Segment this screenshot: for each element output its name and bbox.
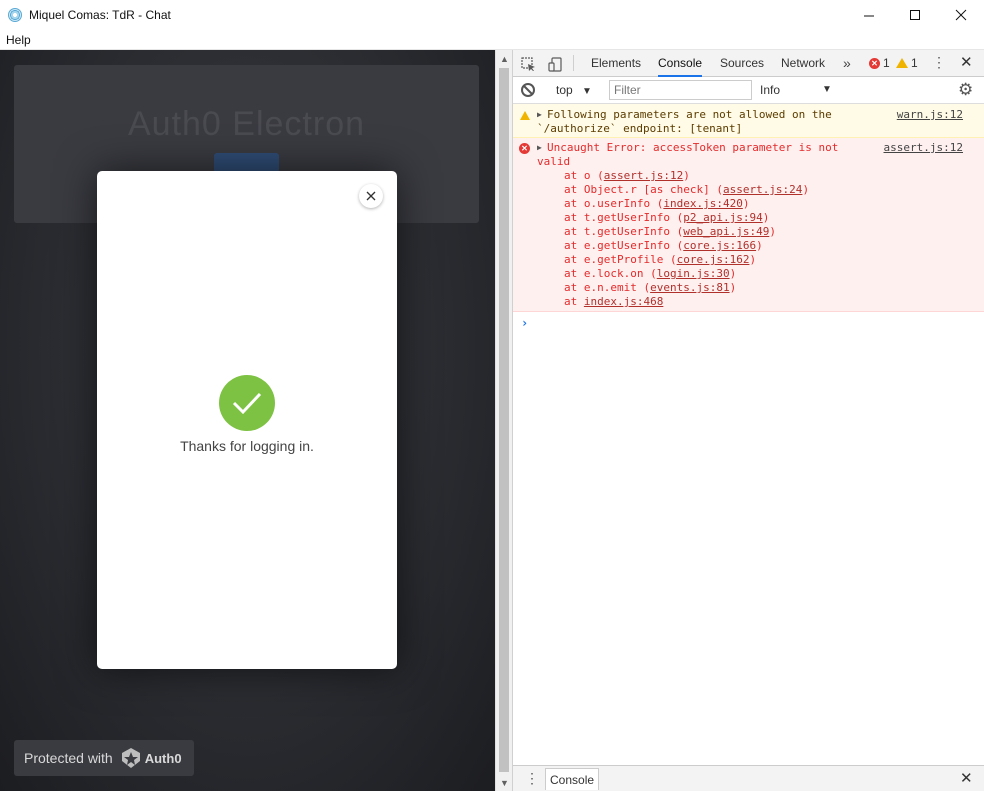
minimize-button[interactable]	[846, 0, 892, 30]
warning-icon	[520, 111, 530, 120]
stack-frame: at e.getProfile (core.js:162)	[564, 253, 757, 266]
console-error-message[interactable]: ✕ ▶ Uncaught Error: accessToken paramete…	[513, 138, 984, 312]
success-message: Thanks for logging in.	[180, 438, 314, 454]
drawer-close-icon[interactable]: ✕	[960, 769, 973, 787]
stack-frame-link[interactable]: core.js:162	[677, 253, 750, 266]
warning-icon	[896, 58, 908, 68]
protected-with-auth0-badge[interactable]: Protected with Auth0	[14, 740, 194, 776]
auth0-shield-icon	[121, 748, 140, 768]
console-drawer-bar: ⋮ Console ✕	[513, 765, 984, 791]
warning-text-line2: `/authorize` endpoint: [tenant]	[537, 122, 743, 135]
device-toolbar-icon[interactable]	[546, 55, 564, 73]
app-viewport: Auth0 Electron Thanks for logging in. Pr…	[0, 50, 495, 791]
stack-frame: at index.js:468	[564, 295, 664, 308]
stack-frame: at t.getUserInfo (p2_api.js:94)	[564, 211, 770, 224]
more-tabs-chevron-icon[interactable]: »	[843, 50, 851, 77]
context-selector[interactable]: top ▼	[556, 83, 592, 97]
drawer-menu-kebab-icon[interactable]: ⋮	[525, 770, 539, 787]
tab-network[interactable]: Network	[781, 50, 825, 77]
console-prompt[interactable]: ›	[521, 316, 528, 330]
stack-frame-link[interactable]: login.js:30	[657, 267, 730, 280]
console-warning-message[interactable]: ▶ Following parameters are not allowed o…	[513, 104, 984, 138]
stack-frame-link[interactable]: assert.js:24	[723, 183, 802, 196]
log-level-value: Info	[760, 83, 781, 97]
error-icon: ✕	[869, 57, 880, 69]
drawer-tab-console[interactable]: Console	[545, 768, 600, 790]
minimize-icon	[863, 15, 874, 16]
console-settings-gear-icon[interactable]: ⚙	[958, 80, 973, 100]
stack-frame-link[interactable]: events.js:81	[650, 281, 729, 294]
console-filter-bar: top ▼ Info ▼ ⚙	[513, 77, 984, 104]
warning-count: 1	[911, 56, 918, 70]
menu-item-help[interactable]: Help	[6, 33, 31, 47]
vertical-scrollbar[interactable]: ▲ ▼	[495, 50, 512, 791]
devtools-tab-bar: Elements Console Sources Network » ✕ 1 1…	[513, 50, 984, 77]
devtools-panel: Elements Console Sources Network » ✕ 1 1…	[512, 50, 984, 791]
electron-app-icon	[8, 8, 22, 22]
stack-frame-link[interactable]: p2_api.js:94	[683, 211, 762, 224]
stack-frame-link[interactable]: web_api.js:49	[683, 225, 769, 238]
stack-frame: at e.getUserInfo (core.js:166)	[564, 239, 763, 252]
auth0-lock-modal: Thanks for logging in.	[97, 171, 397, 669]
inspect-element-icon[interactable]	[519, 55, 537, 73]
scroll-thumb[interactable]	[499, 68, 509, 772]
scroll-up-arrow[interactable]: ▲	[496, 50, 513, 67]
error-counter[interactable]: ✕ 1	[869, 56, 890, 70]
chevron-down-icon: ▼	[582, 86, 592, 97]
tab-sources[interactable]: Sources	[720, 50, 764, 77]
stack-frame: at t.getUserInfo (web_api.js:49)	[564, 225, 776, 238]
stack-frame-link[interactable]: core.js:166	[683, 239, 756, 252]
stack-frame: at o.userInfo (index.js:420)	[564, 197, 750, 210]
clear-console-icon[interactable]	[521, 83, 535, 97]
warning-source-link[interactable]: warn.js:12	[897, 108, 963, 121]
error-text-line2: valid	[537, 155, 571, 168]
warning-counter[interactable]: 1	[896, 56, 918, 70]
devtools-menu-kebab-icon[interactable]: ⋮	[932, 54, 946, 71]
close-window-button[interactable]	[938, 0, 984, 30]
window-title: Miquel Comas: TdR - Chat	[29, 8, 171, 22]
maximize-button[interactable]	[892, 0, 938, 30]
expand-arrow-icon[interactable]: ▶	[537, 143, 542, 152]
tab-console[interactable]: Console	[658, 50, 703, 77]
error-count: 1	[883, 56, 890, 70]
hero-title: Auth0 Electron	[127, 105, 366, 143]
tab-elements[interactable]: Elements	[591, 50, 641, 77]
close-icon	[366, 191, 376, 201]
stack-frame-link[interactable]: index.js:468	[584, 295, 663, 308]
chevron-down-icon[interactable]: ▼	[822, 84, 832, 95]
auth0-brand: Auth0	[144, 750, 182, 766]
error-source-link[interactable]: assert.js:12	[884, 141, 963, 154]
maximize-icon	[909, 9, 920, 20]
warning-text-line1: Following parameters are not allowed on …	[547, 108, 832, 121]
context-value: top	[556, 83, 573, 97]
stack-frame: at e.lock.on (login.js:30)	[564, 267, 737, 280]
log-level-selector[interactable]: Info	[760, 83, 780, 97]
stack-frame-link[interactable]: assert.js:12	[604, 169, 683, 182]
checkmark-icon	[232, 392, 262, 415]
menu-bar: Help	[0, 30, 984, 50]
stack-frame: at Object.r [as check] (assert.js:24)	[564, 183, 810, 196]
devtools-close-icon[interactable]: ✕	[960, 53, 973, 71]
error-icon: ✕	[519, 143, 530, 154]
expand-arrow-icon[interactable]: ▶	[537, 110, 542, 119]
console-filter-input[interactable]	[609, 80, 752, 100]
success-checkmark	[219, 375, 275, 431]
protected-text: Protected with	[24, 750, 113, 766]
scroll-down-arrow[interactable]: ▼	[496, 774, 513, 791]
close-icon	[955, 9, 967, 21]
toolbar-divider	[573, 55, 574, 71]
console-output: ▶ Following parameters are not allowed o…	[513, 104, 984, 764]
title-bar: Miquel Comas: TdR - Chat	[0, 0, 984, 30]
stack-frame: at e.n.emit (events.js:81)	[564, 281, 737, 294]
modal-close-button[interactable]	[359, 184, 383, 208]
stack-frame-link[interactable]: index.js:420	[663, 197, 742, 210]
stack-frame: at o (assert.js:12)	[564, 169, 690, 182]
error-text-line1: Uncaught Error: accessToken parameter is…	[547, 141, 839, 154]
window-controls	[846, 0, 984, 30]
